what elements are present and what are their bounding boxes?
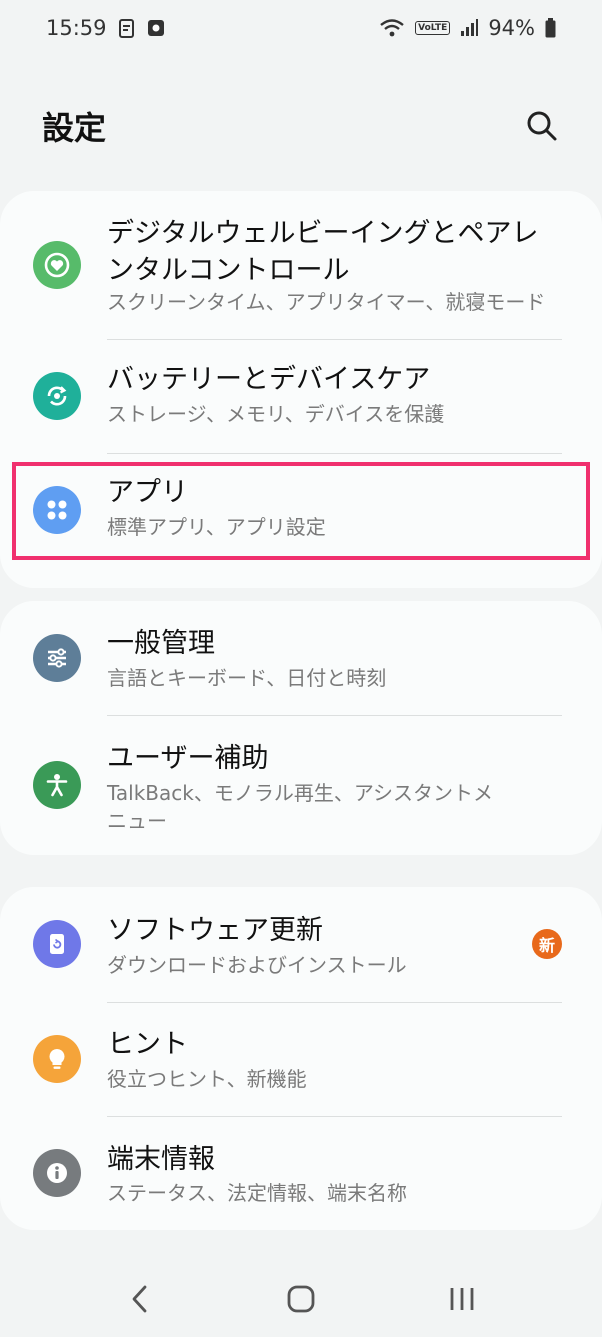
row-title: 一般管理 [107, 628, 215, 659]
search-button[interactable] [522, 106, 562, 146]
recents-icon [450, 1287, 474, 1310]
row-subtitle: ダウンロードおよびインストール [107, 953, 407, 977]
list-item-device-info[interactable]: 端末情報 ステータス、法定情報、端末名称 [0, 1117, 602, 1230]
page-title: 設定 [42, 109, 107, 147]
recents-button[interactable] [432, 1269, 492, 1329]
volte-label: VoLTE [415, 21, 451, 35]
list-item-tips[interactable]: ヒント 役立つヒント、新機能 [0, 1003, 602, 1116]
settings-group-2: 一般管理 言語とキーボード、日付と時刻 ユーザー補助 TalkBack、モノラル… [0, 601, 602, 855]
row-subtitle: 言語とキーボード、日付と時刻 [107, 666, 387, 690]
list-item-apps[interactable]: アプリ 標準アプリ、アプリ設定 [0, 454, 602, 567]
row-subtitle: 標準アプリ、アプリ設定 [107, 515, 326, 539]
row-subtitle: 役立つヒント、新機能 [107, 1067, 307, 1091]
lightbulb-icon [33, 1035, 81, 1083]
battery-icon [545, 18, 556, 38]
row-subtitle: TalkBack、モノラル再生、アシスタントメニュー [107, 781, 494, 833]
apps-icon [33, 486, 81, 534]
home-icon [287, 1285, 315, 1312]
accessibility-icon [33, 761, 81, 809]
status-time: 15:59 [46, 16, 107, 40]
row-title: バッテリーとデバイスケア [107, 364, 431, 395]
list-item-software-update[interactable]: ソフトウェア更新 ダウンロードおよびインストール 新 [0, 887, 602, 1001]
list-item-digital-wellbeing[interactable]: デジタルウェルビーイングとペアレンタルコントロール スクリーンタイム、アプリタイ… [0, 191, 602, 337]
software-update-icon [33, 920, 81, 968]
header: 設定 [0, 95, 602, 157]
back-icon [132, 1285, 147, 1312]
battery-level: 94% [488, 16, 535, 40]
row-title: ソフトウェア更新 [107, 915, 323, 946]
row-title: 端末情報 [107, 1144, 215, 1175]
row-subtitle: スクリーンタイム、アプリタイマー、就寝モード [107, 290, 546, 314]
row-subtitle: ストレージ、メモリ、デバイスを保護 [107, 402, 445, 426]
navigation-bar [0, 1260, 602, 1337]
row-title: デジタルウェルビーイングとペアレンタルコントロール [107, 218, 539, 286]
row-title: アプリ [107, 477, 188, 508]
wellbeing-icon [33, 241, 81, 289]
media-icon [147, 19, 165, 37]
home-button[interactable] [271, 1269, 331, 1329]
settings-group-3: ソフトウェア更新 ダウンロードおよびインストール 新 ヒント 役立つヒント、新機… [0, 887, 602, 1230]
list-item-general-management[interactable]: 一般管理 言語とキーボード、日付と時刻 [0, 601, 602, 715]
settings-group-1: デジタルウェルビーイングとペアレンタルコントロール スクリーンタイム、アプリタイ… [0, 191, 602, 588]
notification-icon [117, 17, 137, 39]
list-item-battery-device-care[interactable]: バッテリーとデバイスケア ストレージ、メモリ、デバイスを保護 [0, 340, 602, 453]
wifi-icon [379, 18, 405, 38]
row-title: ユーザー補助 [107, 743, 269, 774]
sliders-icon [33, 634, 81, 682]
status-right: VoLTE 94% [379, 16, 556, 40]
signal-icon [460, 19, 479, 37]
status-left: 15:59 [46, 16, 165, 40]
new-badge: 新 [532, 929, 562, 959]
row-title: ヒント [107, 1029, 188, 1060]
search-icon [527, 111, 557, 141]
status-bar: 15:59 VoLTE 94% [0, 0, 602, 56]
device-care-icon [33, 372, 81, 420]
list-item-accessibility[interactable]: ユーザー補助 TalkBack、モノラル再生、アシスタントメニュー [0, 716, 602, 855]
back-button[interactable] [110, 1269, 170, 1329]
row-subtitle: ステータス、法定情報、端末名称 [107, 1181, 407, 1205]
info-icon [33, 1149, 81, 1197]
